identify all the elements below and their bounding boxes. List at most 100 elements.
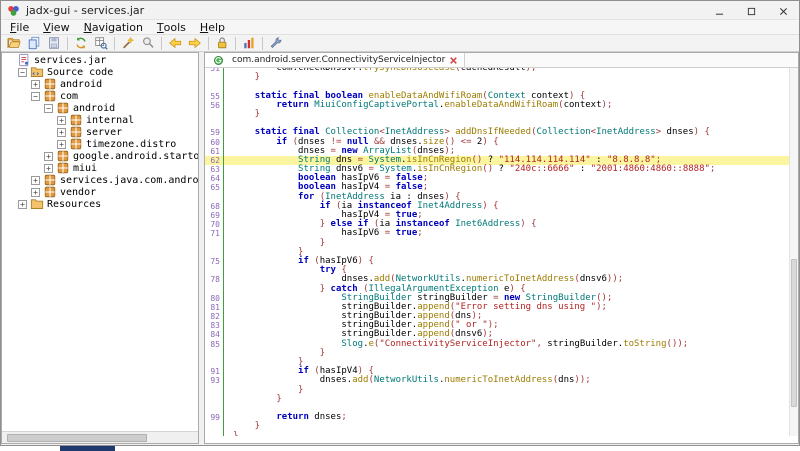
line-number: 55 — [205, 92, 224, 101]
expand-icon[interactable]: + — [57, 128, 66, 137]
toolbar-separator — [235, 37, 236, 50]
line-number: 56 — [205, 101, 224, 110]
toolbar-button-add-files[interactable] — [24, 35, 44, 51]
log-viewer-icon — [242, 36, 256, 50]
scrollbar-thumb[interactable] — [791, 259, 797, 406]
tab-close-icon[interactable] — [449, 56, 458, 65]
tree-item-server[interactable]: + server — [2, 126, 198, 138]
code-line[interactable]: 99 return dnses; — [205, 413, 798, 422]
line-number — [205, 432, 224, 437]
menu-view[interactable]: View — [36, 20, 76, 34]
line-number — [205, 386, 224, 395]
line-number: 99 — [205, 413, 224, 422]
code-viewer[interactable]: 51 com.checkDnsSvr.trySyncDnsUseCase(cac… — [205, 68, 798, 436]
package-icon — [43, 185, 57, 199]
tree-label: miui — [73, 163, 97, 174]
back-icon — [168, 36, 182, 50]
expand-icon[interactable]: + — [44, 164, 53, 173]
line-number — [205, 239, 224, 248]
toolbar-button-reload[interactable] — [71, 35, 91, 51]
toolbar-button-back[interactable] — [165, 35, 185, 51]
close-button[interactable] — [767, 1, 799, 19]
close-icon — [779, 1, 788, 20]
expand-icon[interactable]: + — [57, 140, 66, 149]
code-text: } — [224, 422, 260, 431]
code-line[interactable]: } — [205, 395, 798, 404]
expand-icon[interactable]: + — [57, 116, 66, 125]
menu-help[interactable]: Help — [193, 20, 232, 34]
menu-file[interactable]: File — [3, 20, 36, 34]
code-vertical-scrollbar[interactable] — [789, 68, 798, 436]
code-line[interactable]: } — [205, 422, 798, 431]
toolbar-button-class-search[interactable] — [91, 35, 111, 51]
collapse-icon[interactable]: − — [18, 68, 27, 77]
expand-icon[interactable]: + — [31, 80, 40, 89]
toolbar-button-deobfuscation[interactable] — [118, 35, 138, 51]
scrollbar-thumb[interactable] — [7, 434, 147, 442]
tree-item-miui[interactable]: + miui — [2, 162, 198, 174]
tree-item-source-code[interactable]: − Source code — [2, 66, 198, 78]
code-line[interactable]: 56 return MiuiConfigCaptivePortal.enable… — [205, 101, 798, 110]
class-icon — [211, 53, 225, 67]
tree-label: android — [73, 103, 115, 114]
toolbar-button-text-search[interactable] — [138, 35, 158, 51]
forward-icon — [188, 36, 202, 50]
class-search-icon — [94, 36, 108, 50]
maximize-button[interactable] — [735, 1, 767, 19]
tree-item-timezone-distro[interactable]: +timezone.distro — [2, 138, 198, 150]
tree-item-android[interactable]: − android — [2, 102, 198, 114]
app-icon — [7, 4, 20, 17]
code-text — [224, 119, 233, 128]
line-number: 63 — [205, 165, 224, 174]
toolbar-separator — [114, 37, 115, 50]
package-icon — [56, 101, 70, 115]
line-number: 93 — [205, 376, 224, 385]
lock-icon — [215, 36, 229, 50]
minimize-button[interactable] — [703, 1, 735, 19]
code-line[interactable]: } — [205, 73, 798, 82]
toolbar-button-open-file[interactable] — [4, 35, 24, 51]
expand-icon[interactable]: + — [18, 200, 27, 209]
code-line[interactable]: } — [205, 110, 798, 119]
toolbar-button-save-all[interactable] — [44, 35, 64, 51]
tree-label: services.jar — [34, 55, 106, 66]
tree-item-services-java-com-android-server[interactable]: +services.java.com.android.server. — [2, 174, 198, 186]
tab-bar: com.android.server.ConnectivityServiceIn… — [205, 53, 798, 68]
tree-item-internal[interactable]: +internal — [2, 114, 198, 126]
menu-tools[interactable]: Tools — [150, 20, 193, 34]
line-number — [205, 349, 224, 358]
tree-label: com — [60, 91, 78, 102]
line-number: 78 — [205, 275, 224, 284]
tree-horizontal-scrollbar[interactable] — [2, 431, 198, 443]
tree-item-resources[interactable]: +Resources — [2, 198, 198, 210]
code-line[interactable]: } — [205, 386, 798, 395]
toolbar-separator — [67, 37, 68, 50]
tree-item-com[interactable]: − com — [2, 90, 198, 102]
expand-icon[interactable]: + — [31, 176, 40, 185]
code-line[interactable]: } — [205, 432, 798, 437]
tree-label: Source code — [47, 67, 113, 78]
tree-item-android[interactable]: +android — [2, 78, 198, 90]
code-text: return MiuiConfigCaptivePortal.enableDat… — [224, 101, 612, 110]
code-content: 51 com.checkDnsSvr.trySyncDnsUseCase(cac… — [205, 68, 798, 436]
toolbar-button-forward[interactable] — [185, 35, 205, 51]
toolbar-button-log-viewer[interactable] — [239, 35, 259, 51]
line-number: 82 — [205, 312, 224, 321]
toolbar-button-preferences[interactable] — [266, 35, 286, 51]
tree-label: vendor — [60, 187, 96, 198]
toolbar-button-lock[interactable] — [212, 35, 232, 51]
collapse-icon[interactable]: − — [44, 104, 53, 113]
expand-icon[interactable]: + — [44, 152, 53, 161]
tree-label: server — [86, 127, 122, 138]
maximize-icon — [747, 1, 756, 20]
text-search-icon — [141, 36, 155, 50]
line-number: 68 — [205, 202, 224, 211]
deobfuscation-icon — [121, 36, 135, 50]
code-text — [224, 82, 233, 91]
tab-connectivity-service-injector[interactable]: com.android.server.ConnectivityServiceIn… — [205, 53, 465, 67]
code-text: } — [224, 73, 260, 82]
expand-icon[interactable]: + — [31, 188, 40, 197]
menu-navigation[interactable]: Navigation — [77, 20, 150, 34]
collapse-icon[interactable]: − — [31, 92, 40, 101]
tree-item-google-android-startop-iorap[interactable]: +google.android.startop.iorap — [2, 150, 198, 162]
